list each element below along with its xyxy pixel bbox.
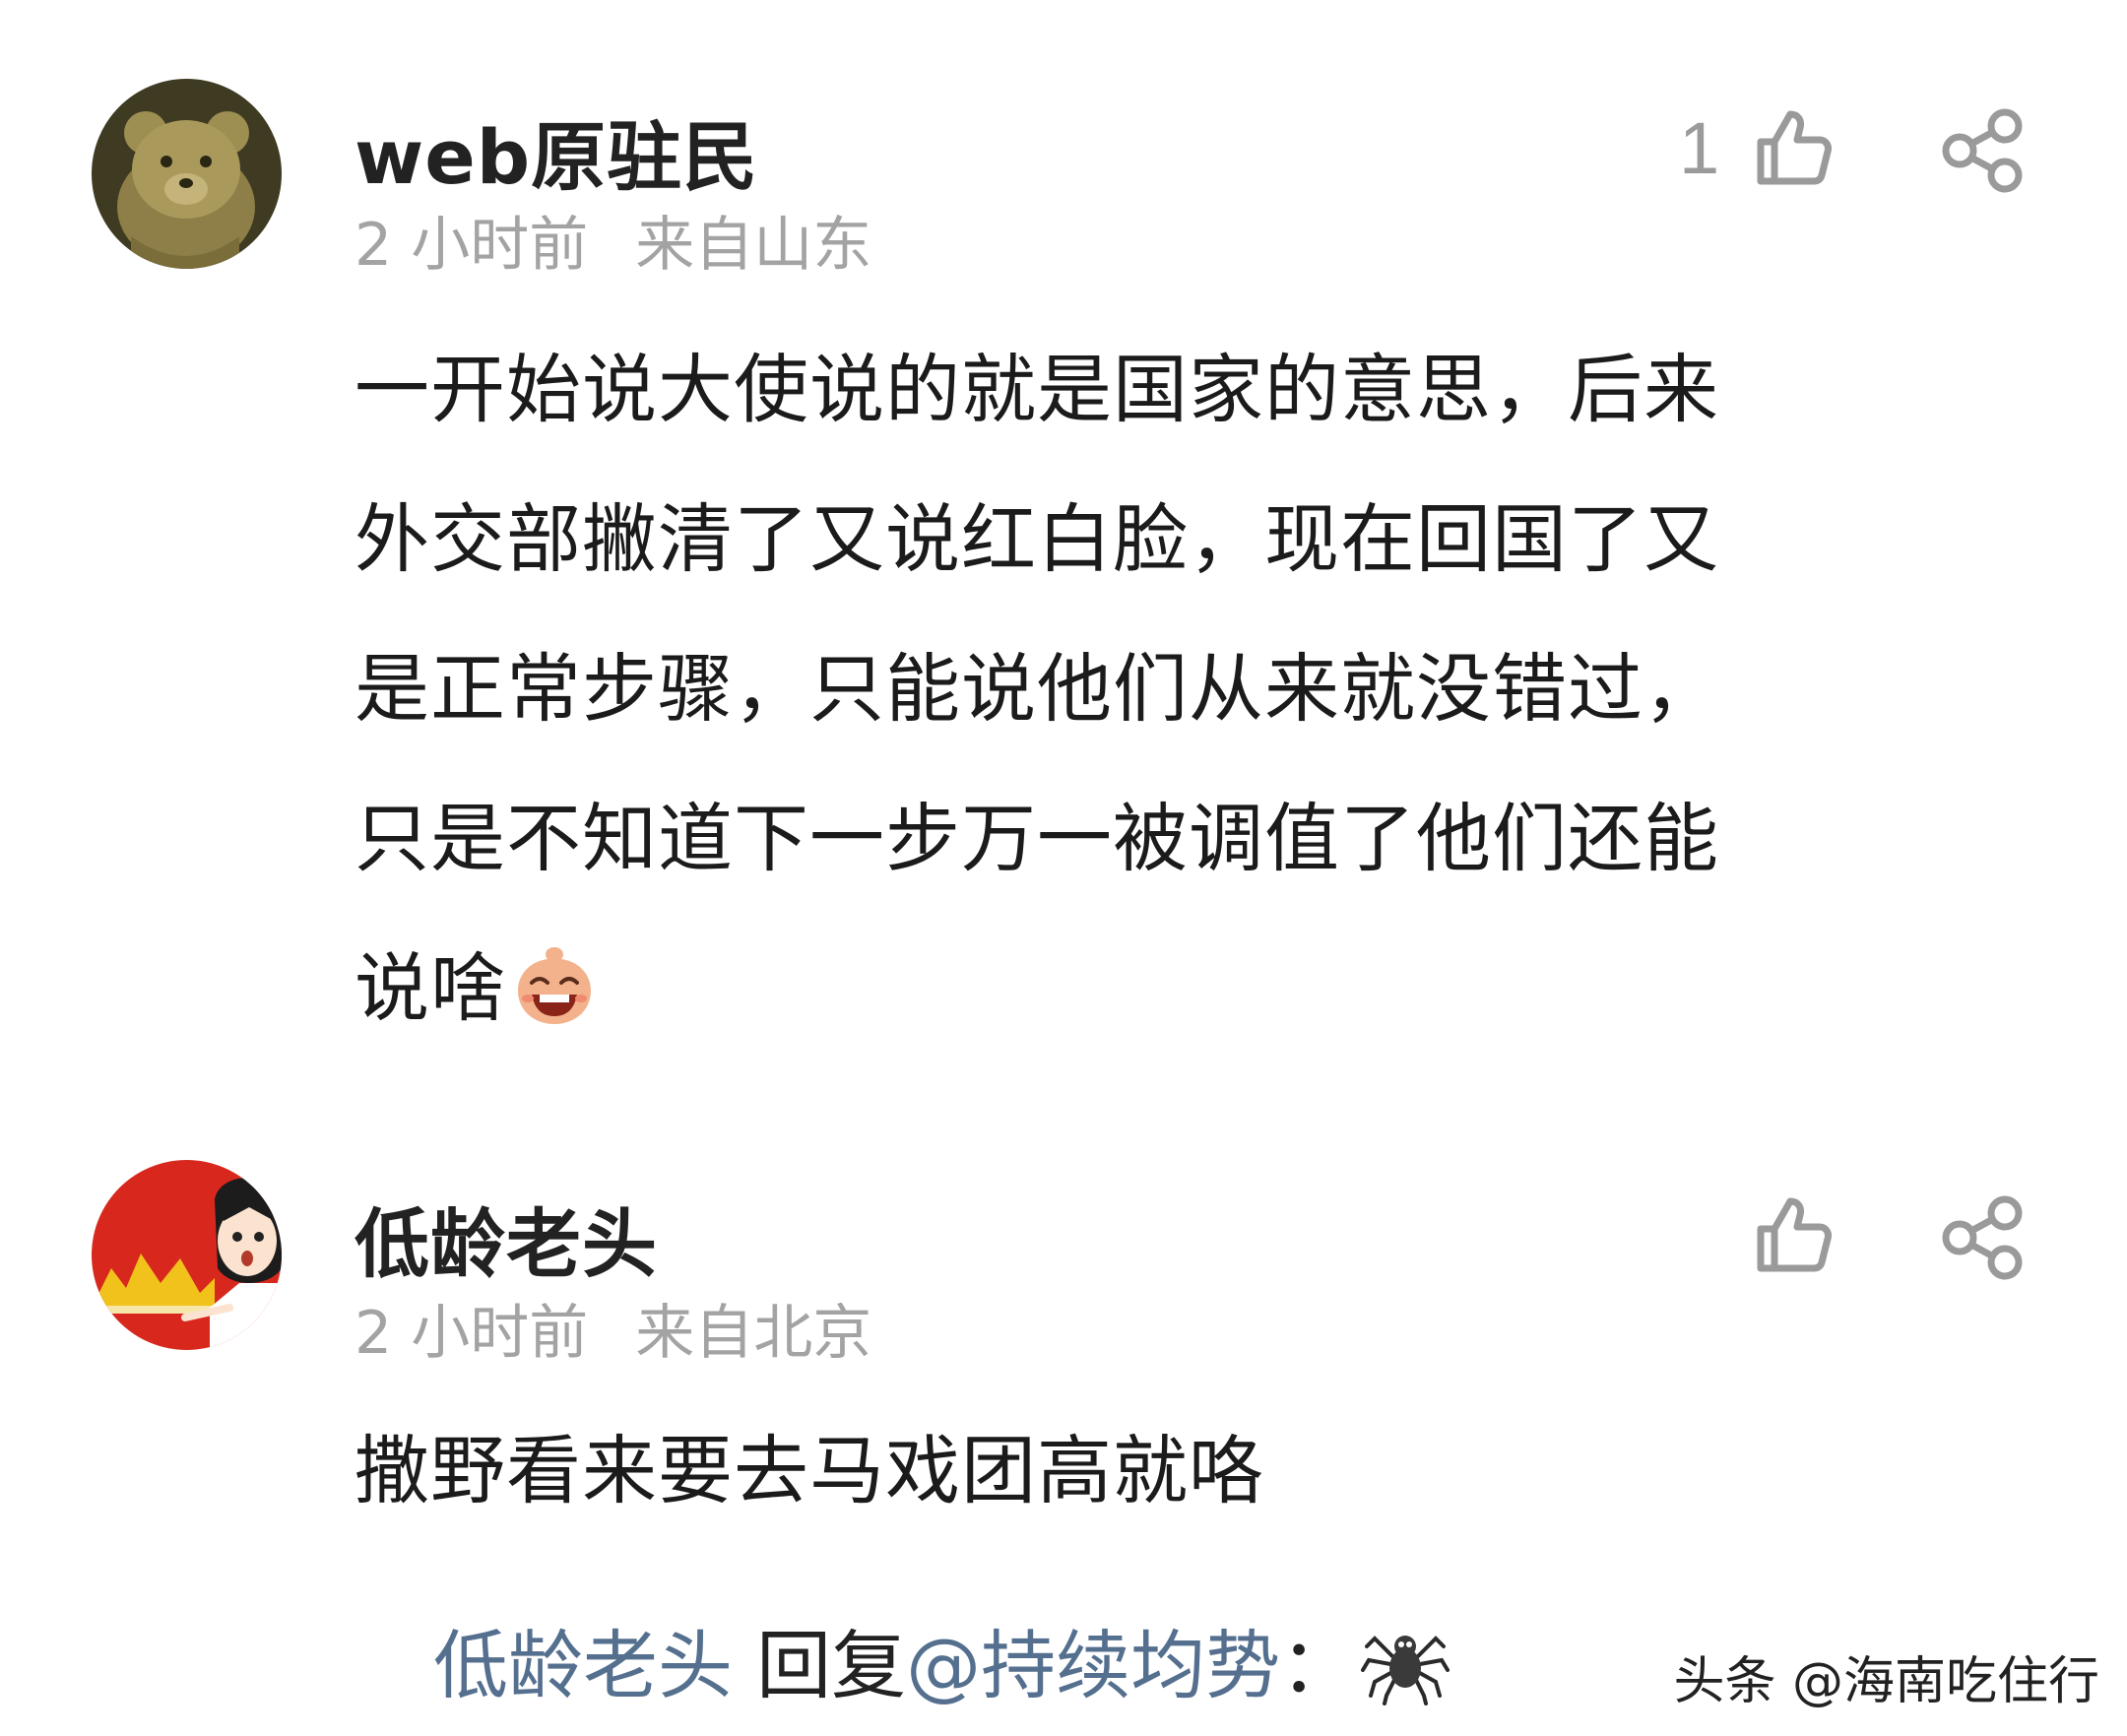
username[interactable]: 低龄老头	[354, 1184, 658, 1292]
text-line-last: 说啥	[354, 914, 2048, 1077]
watermark: 头条 @海南吃住行	[1673, 1652, 2099, 1711]
location: 来自北京	[635, 1299, 872, 1368]
text-line: 一开始说大使说的就是国家的意思，后来	[354, 346, 1719, 433]
reply-mention[interactable]: @持续均势	[906, 1622, 1280, 1709]
spider-emoji	[1361, 1617, 1450, 1723]
reply-verb: 回复	[733, 1622, 907, 1709]
text-line: 只是不知道下一步万一被调值了他们还能	[354, 795, 1719, 882]
text-line: 是正常步骤，只能说他们从来就没错过，	[354, 645, 1719, 733]
thumbs-up-icon[interactable]	[1753, 106, 1834, 191]
timestamp: 2 小时前	[354, 211, 589, 280]
reply-author[interactable]: 低龄老头	[433, 1622, 733, 1709]
username[interactable]: web原驻民	[354, 96, 758, 205]
share-icon[interactable]	[1938, 106, 2027, 199]
timestamp: 2 小时前	[354, 1299, 589, 1368]
like-count: 1	[1679, 107, 1720, 189]
share-icon[interactable]	[1938, 1193, 2027, 1286]
text-line: 外交部撇清了又说红白脸，现在回国了又	[354, 495, 1719, 583]
reply-colon: ：	[1280, 1622, 1356, 1709]
comment-text: 一开始说大使说的就是国家的意思，后来 外交部撇清了又说红白脸，现在回国了又 是正…	[354, 315, 2048, 1077]
reply-preview[interactable]: 低龄老头 回复@持续均势：	[433, 1605, 1450, 1723]
comment-meta: 2 小时前 来自北京	[354, 1285, 871, 1371]
location: 来自山东	[635, 211, 872, 280]
text-line: 说啥	[354, 944, 506, 1032]
thumbs-up-icon[interactable]	[1753, 1193, 1834, 1278]
comment-text: 撒野看来要去马戏团高就咯	[354, 1427, 1264, 1514]
grinning-face-emoji	[512, 928, 597, 1077]
teddy-bear-avatar[interactable]	[92, 79, 282, 269]
comment-meta: 2 小时前 来自山东	[354, 197, 871, 283]
cartoon-boy-avatar[interactable]	[92, 1160, 282, 1350]
